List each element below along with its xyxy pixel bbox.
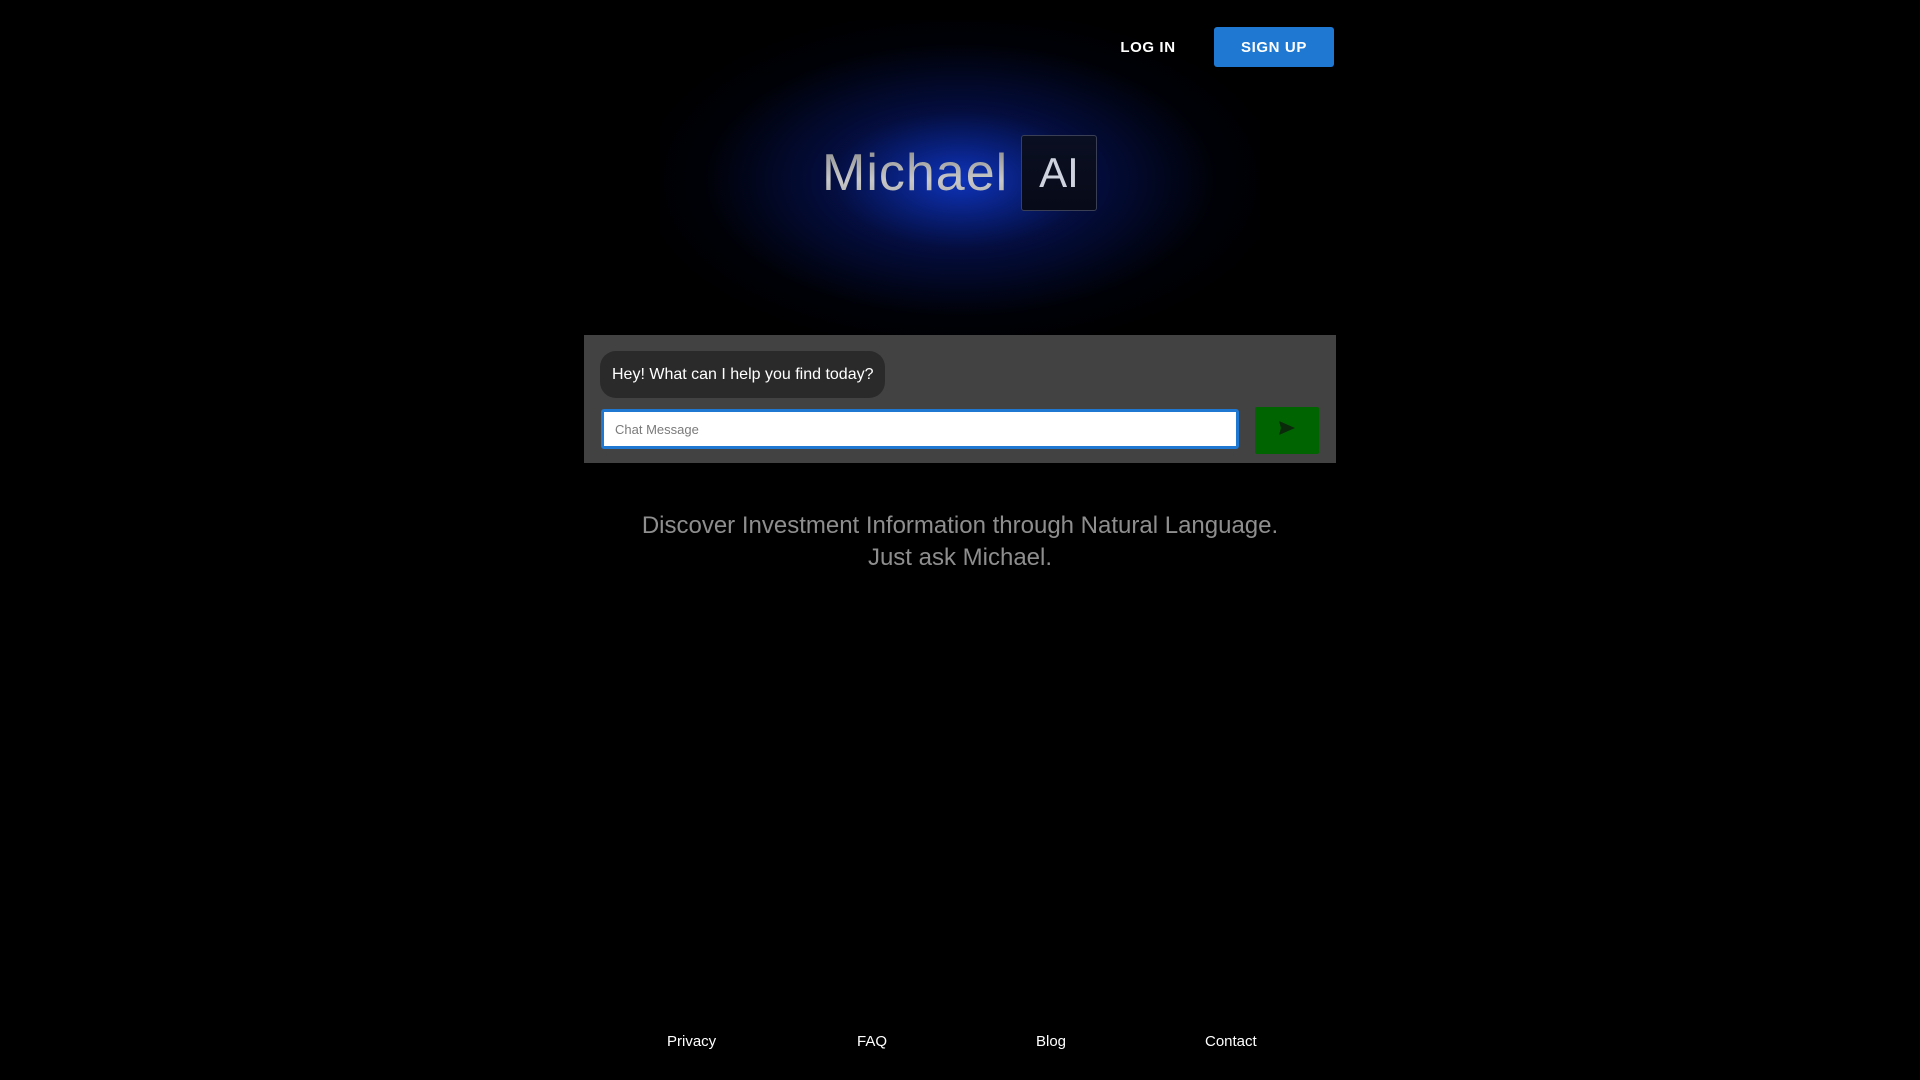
footer-link-blog[interactable]: Blog <box>1036 1033 1066 1050</box>
footer-link-privacy[interactable]: Privacy <box>667 1033 716 1050</box>
signup-button[interactable]: SIGN UP <box>1214 27 1334 67</box>
assistant-message-bubble: Hey! What can I help you find today? <box>600 351 886 398</box>
tagline: Discover Investment Information through … <box>560 510 1360 574</box>
footer: Privacy FAQ Blog Contact <box>0 1033 1920 1053</box>
logo-wordmark: Michael <box>822 138 1008 208</box>
chat-panel: Hey! What can I help you find today? <box>584 335 1336 463</box>
login-button[interactable]: LOG IN <box>1098 27 1198 67</box>
send-icon <box>1278 420 1296 441</box>
tagline-line-1: Discover Investment Information through … <box>641 512 1279 539</box>
landing-page: LOG IN SIGN UP Michael AI Hey! What can … <box>0 0 1920 1080</box>
send-button[interactable] <box>1255 407 1319 454</box>
footer-link-contact[interactable]: Contact <box>1205 1033 1257 1050</box>
tagline-line-2: Just ask Michael. <box>867 544 1053 571</box>
footer-link-faq[interactable]: FAQ <box>857 1033 887 1050</box>
logo-ai-badge: AI <box>1021 135 1097 211</box>
chat-message-input[interactable] <box>601 409 1239 449</box>
